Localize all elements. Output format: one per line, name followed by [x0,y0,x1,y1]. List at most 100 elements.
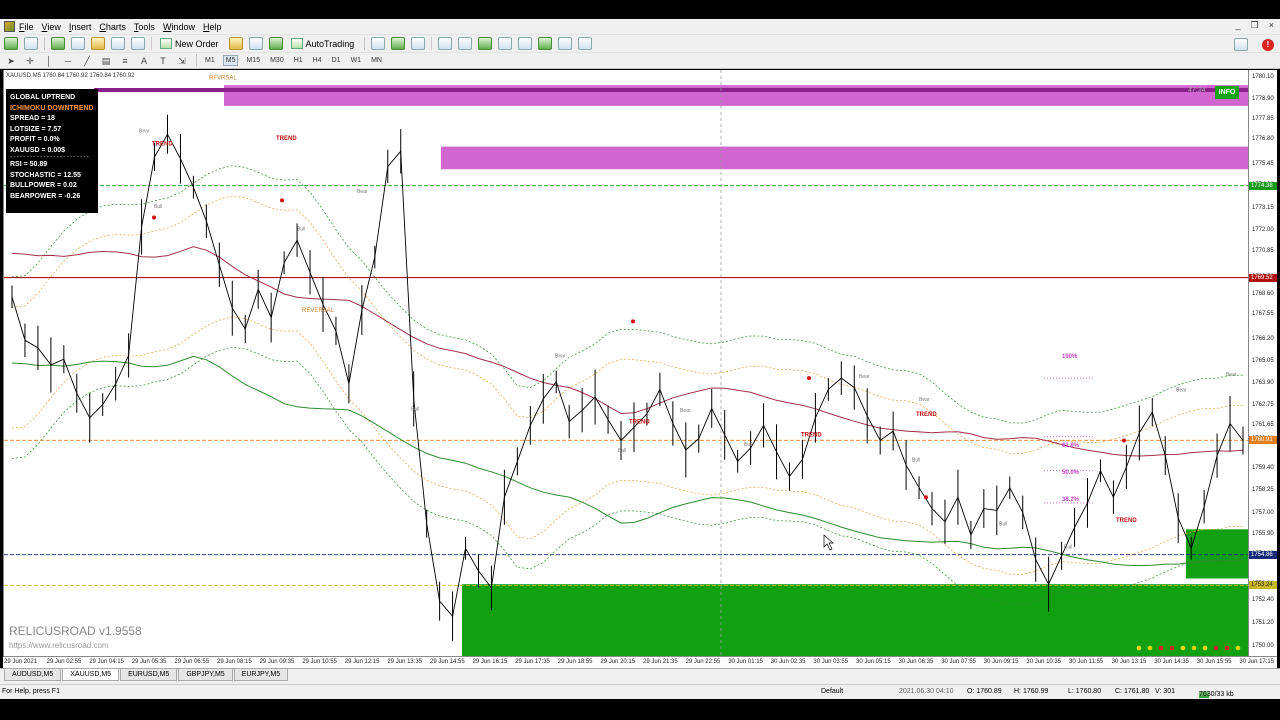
line-chart-icon[interactable] [411,37,426,50]
metaeditor-icon[interactable] [228,37,243,50]
text-icon[interactable]: A [139,56,149,66]
timeframe-m1[interactable]: M1 [203,56,217,65]
menu-view[interactable]: View [42,22,69,32]
time-axis[interactable]: 29 Jun 2021 29 Jun 02:55 29 Jun 04:15 29 Ju… [3,656,1277,668]
y-tick-label: 1759.40 [1252,464,1274,471]
menu-file[interactable]: File [19,22,42,32]
close-icon[interactable]: × [1269,20,1274,31]
status-datetime: 2021.06.30 04:10 [899,688,954,695]
timeframe-d1[interactable]: D1 [330,56,343,65]
status-volume: V: 301 [1155,688,1175,695]
profit-text: PROFIT = 0.0% [10,136,60,143]
info-button[interactable]: INFO [1215,86,1239,99]
chart-canvas[interactable]: TREND TREND TREND TREND TREND TREND REVERSAL RF… [3,70,1248,656]
trendline-icon[interactable]: ╱ [82,56,92,66]
bullpower-text: BULLPOWER = 0.02 [10,182,77,189]
templates-icon[interactable] [578,37,593,50]
notification-icon[interactable]: ! [1262,38,1274,51]
menu-help[interactable]: Help [203,22,230,32]
watermark-url: https://www.relicusroad.com [9,641,109,650]
tab-eurjpy[interactable]: EURJPY,M5 [233,669,289,681]
x-tick-label: 29 Jun 22:55 [685,659,721,665]
menu-insert[interactable]: Insert [69,22,100,32]
app-icon [4,21,15,32]
x-tick-label: 29 Jun 13:35 [387,659,423,665]
market-watch-icon[interactable] [51,37,65,50]
menu-window[interactable]: Window [163,22,203,32]
new-order-button[interactable]: New Order [158,38,221,49]
bull-label: Bull [154,204,162,210]
status-profile[interactable]: Default [821,688,843,695]
crosshair-icon[interactable]: ✛ [25,56,35,66]
menu-charts[interactable]: Charts [99,22,134,32]
label-icon[interactable]: T [158,56,168,66]
navigator-icon[interactable] [91,37,105,50]
watermark: RELICUSROAD v1.9558 [9,624,142,638]
bull-label: Bull [999,522,1007,528]
horizontal-line-icon[interactable]: ─ [63,56,73,66]
zoom-in-icon[interactable] [438,37,453,50]
price-axis[interactable]: 1780.10 1778.90 1777.85 1776.80 1775.45 1774.… [1248,70,1277,656]
vertical-line-icon[interactable]: │ [44,56,54,66]
fibo-382-label: 38.2% [1062,497,1080,503]
auto-trading-button[interactable]: AutoTrading [289,38,357,49]
tab-xauusd[interactable]: XAUUSD,M5 [62,669,120,681]
periods-icon[interactable] [558,37,573,50]
status-open: O: 1760.89 [967,688,1002,695]
data-window-icon[interactable] [71,37,85,50]
tab-gbpjpy[interactable]: GBPJPY,M5 [178,669,233,681]
arrows-icon[interactable]: ⇲ [177,56,187,66]
y-tick-label: 1780.10 [1252,73,1274,80]
restore-icon[interactable]: ❐ [1251,20,1259,31]
status-close: C: 1761.80 [1115,688,1150,695]
timeframe-w1[interactable]: W1 [349,56,364,65]
indicators-icon[interactable] [538,37,553,50]
fibonacci-icon[interactable]: ≡ [120,56,130,66]
y-tick-label: 1762.75 [1252,401,1274,408]
bull-label: Bull [618,448,626,454]
timeframe-m15[interactable]: M15 [244,56,262,65]
ichimoku-text: ICHIMOKU DOWNTREND [10,104,94,112]
signals-icon[interactable] [248,37,263,50]
auto-trading-icon [290,38,303,49]
autoscroll-icon[interactable] [498,37,513,50]
timeframe-h4[interactable]: H4 [311,56,324,65]
reversal-label: REVERSAL [302,308,335,314]
envelope-upper-outer [11,165,1244,424]
tile-windows-icon[interactable] [478,37,493,50]
market-icon[interactable] [268,37,283,50]
candlestick-icon[interactable] [391,37,406,50]
channel-icon[interactable]: ▤ [101,56,111,66]
trend-label: TREND [1116,518,1137,524]
profiles-icon[interactable] [24,37,38,50]
menu-tools[interactable]: Tools [134,22,163,32]
timeframe-h1[interactable]: H1 [292,56,305,65]
terminal-icon[interactable] [111,37,125,50]
x-tick-label: 30 Jun 05:15 [856,659,891,665]
bar-chart-icon[interactable] [371,37,386,50]
signal-dot [280,198,284,203]
chart-shift-icon[interactable] [518,37,533,50]
fibo-618-label: 61.8% [1062,443,1080,449]
timeframe-m5[interactable]: M5 [222,55,239,66]
x-tick-label: 30 Jun 06:35 [898,659,934,665]
search-icon[interactable] [1234,38,1248,51]
minimize-icon[interactable]: _ [1236,20,1241,31]
new-chart-icon[interactable] [4,37,18,50]
tab-eurusd[interactable]: EURUSD,M5 [120,669,178,681]
tester-icon[interactable] [131,37,145,50]
status-help: For Help, press F1 [2,688,60,695]
timeframe-mn[interactable]: MN [369,56,384,65]
timeframe-m30[interactable]: M30 [268,56,286,65]
x-tick-label: 29 Jun 12:15 [344,659,380,665]
y-tick-label: 1752.40 [1252,597,1274,604]
info-panel: GLOBAL UPTREND ICHIMOKU DOWNTREND SPREAD… [6,89,98,213]
signal-dot [631,319,635,324]
y-tick-label: 1758.25 [1252,486,1274,493]
zoom-out-icon[interactable] [458,37,473,50]
cursor-icon[interactable]: ➤ [6,56,16,66]
price-chart[interactable]: TREND TREND TREND TREND TREND TREND REVERSAL RF… [4,70,1248,656]
tab-audusd[interactable]: AUDUSD,M5 [4,669,62,681]
x-tick-label: 29 Jun 02:55 [46,659,82,665]
price-tag-yellow: 1753.24 [1249,581,1277,590]
